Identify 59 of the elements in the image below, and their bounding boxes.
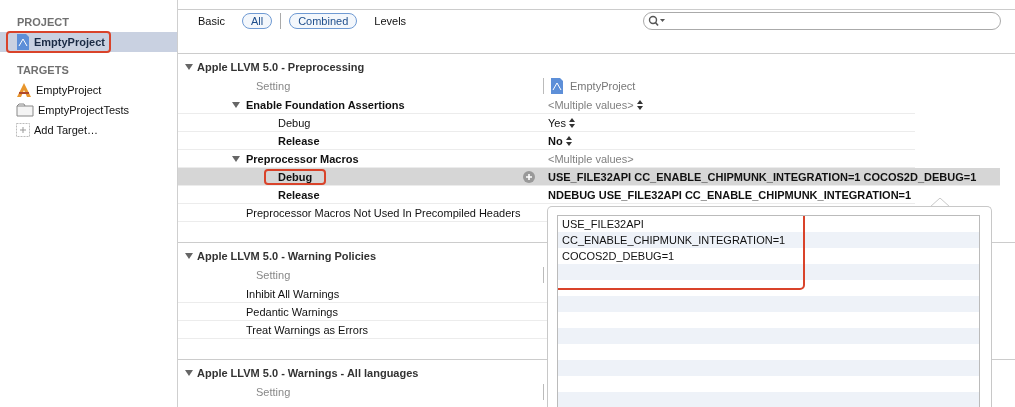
setting-value[interactable]: USE_FILE32API CC_ENABLE_CHIPMUNK_INTEGRATION=1 COCOS2D_DEBUG=1 bbox=[548, 170, 977, 183]
settings-row[interactable]: Enable Foundation Assertions <Multiple values> bbox=[178, 96, 915, 114]
sidebar-item[interactable]: Add Target… bbox=[0, 120, 177, 140]
setting-name: Release bbox=[277, 133, 321, 149]
setting-name: Preprocessor Macros bbox=[245, 151, 360, 167]
setting-value[interactable]: Yes bbox=[548, 116, 566, 129]
app-icon bbox=[16, 82, 32, 98]
column-header: Setting bbox=[255, 269, 292, 281]
filter-tab[interactable]: Combined bbox=[289, 13, 358, 29]
setting-value[interactable]: <Multiple values> bbox=[548, 152, 634, 165]
document-icon bbox=[550, 78, 564, 94]
setting-name: Treat Warnings as Errors bbox=[245, 322, 370, 338]
settings-row[interactable]: Debug Yes bbox=[178, 114, 915, 132]
disclosure-triangle-icon[interactable] bbox=[185, 369, 193, 377]
add-icon[interactable] bbox=[523, 171, 535, 183]
filter-tab[interactable]: All bbox=[241, 13, 273, 29]
setting-name: Inhibit All Warnings bbox=[245, 286, 341, 302]
sidebar-item[interactable]: EmptyProject bbox=[0, 80, 177, 100]
filter-tab[interactable]: Levels bbox=[365, 13, 416, 29]
target-name: EmptyProject bbox=[570, 80, 636, 92]
document-icon bbox=[16, 34, 30, 50]
disclosure-triangle-icon[interactable] bbox=[232, 100, 240, 109]
settings-row[interactable]: Release NDEBUG USE_FILE32API CC_ENABLE_CHIPMUNK_INTEGRATION=1 bbox=[178, 186, 915, 204]
stepper-icon[interactable] bbox=[636, 99, 643, 110]
macro-list[interactable]: USE_FILE32API CC_ENABLE_CHIPMUNK_INTEGRATION=1 COCOS2D_DEBUG=1 bbox=[557, 215, 980, 407]
item-label: EmptyProject bbox=[34, 36, 105, 48]
setting-name: Pedantic Warnings bbox=[245, 304, 339, 320]
section-title: Apple LLVM 5.0 - Warnings - All languages bbox=[197, 367, 419, 379]
sidebar-item[interactable]: EmptyProject bbox=[0, 32, 177, 52]
filter-tab[interactable]: Basic bbox=[189, 13, 234, 29]
setting-value[interactable]: NDEBUG USE_FILE32API CC_ENABLE_CHIPMUNK_INTEGRATION=1 bbox=[548, 188, 912, 201]
section-title: Apple LLVM 5.0 - Warning Policies bbox=[197, 250, 377, 262]
disclosure-triangle-icon[interactable] bbox=[185, 252, 193, 260]
folder-icon bbox=[16, 103, 34, 117]
item-label: EmptyProjectTests bbox=[38, 104, 130, 116]
stepper-icon[interactable] bbox=[565, 135, 572, 146]
setting-name: Preprocessor Macros Not Used In Precompiled Headers bbox=[245, 205, 522, 221]
macro-entry[interactable]: CC_ENABLE_CHIPMUNK_INTEGRATION=1 bbox=[562, 232, 803, 248]
macro-entry[interactable]: COCOS2D_DEBUG=1 bbox=[562, 248, 803, 264]
setting-value[interactable]: <Multiple values> bbox=[548, 98, 634, 111]
column-header: Setting bbox=[255, 386, 292, 398]
setting-name: Enable Foundation Assertions bbox=[245, 97, 406, 113]
setting-name: Release bbox=[277, 187, 321, 203]
disclosure-triangle-icon[interactable] bbox=[232, 154, 240, 163]
settings-row[interactable]: Release No bbox=[178, 132, 915, 150]
stepper-icon[interactable] bbox=[568, 117, 575, 128]
section-title: Apple LLVM 5.0 - Preprocessing bbox=[197, 61, 365, 73]
setting-value[interactable]: No bbox=[548, 134, 563, 147]
search-icon[interactable] bbox=[648, 15, 666, 27]
column-header: Setting bbox=[255, 80, 292, 92]
section-heading: PROJECT bbox=[16, 16, 70, 30]
item-label: Add Target… bbox=[34, 124, 98, 136]
disclosure-triangle-icon[interactable] bbox=[185, 63, 193, 71]
setting-name: Debug bbox=[277, 115, 312, 131]
settings-row[interactable]: Debug USE_FILE32API CC_ENABLE_CHIPMUNK_INTEGRATION=1 COCOS2D_DEBUG=1 bbox=[178, 168, 1000, 186]
sidebar-item[interactable]: EmptyProjectTests bbox=[0, 100, 177, 120]
setting-name: Debug bbox=[264, 168, 327, 185]
section-heading: TARGETS bbox=[16, 64, 70, 78]
item-label: EmptyProject bbox=[36, 84, 102, 96]
